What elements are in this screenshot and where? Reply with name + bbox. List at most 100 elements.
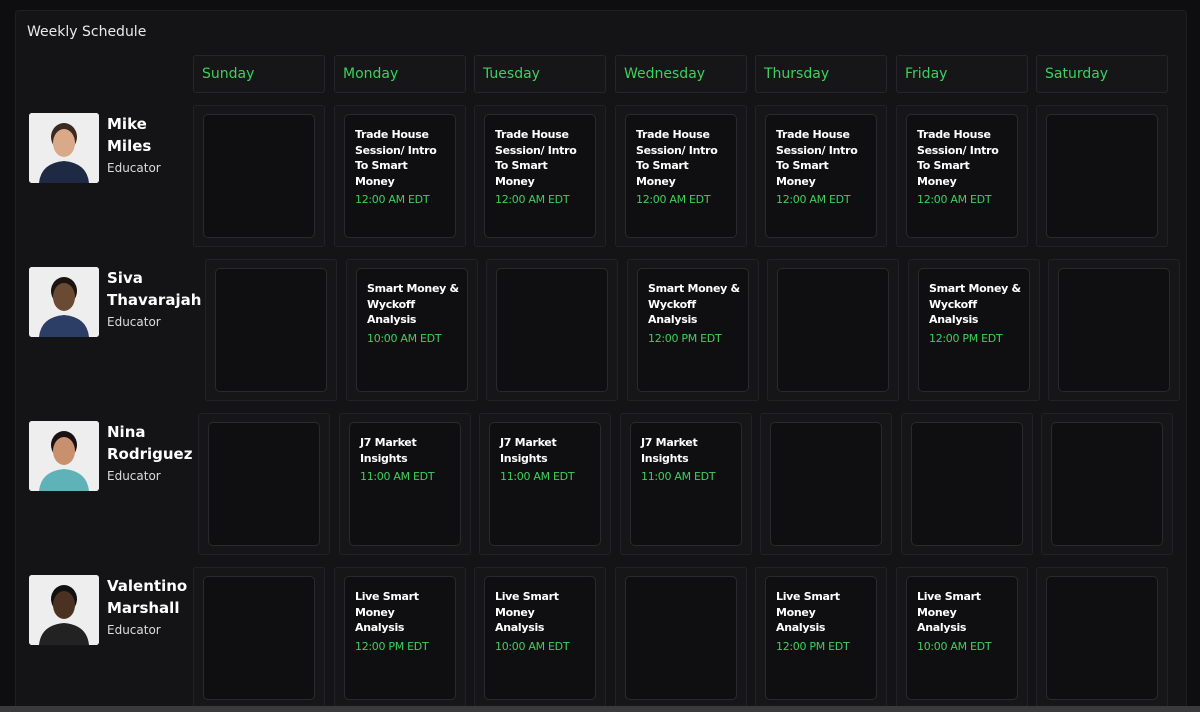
avatar (29, 421, 99, 491)
session-title: Smart Money & Wyckoff Analysis (929, 282, 1021, 326)
session-card[interactable]: J7 Market Insights 11:00 AM EDT (630, 422, 742, 546)
educator-role: Educator (107, 315, 161, 329)
session-card[interactable]: J7 Market Insights 11:00 AM EDT (489, 422, 601, 546)
empty-slot (1058, 268, 1170, 392)
session-card[interactable]: J7 Market Insights 11:00 AM EDT (349, 422, 461, 546)
schedule-cell-friday (901, 413, 1033, 555)
session-card[interactable]: Trade House Session/ Intro To Smart Mone… (484, 114, 596, 238)
session-card[interactable]: Trade House Session/ Intro To Smart Mone… (765, 114, 877, 238)
schedule-cell-friday[interactable]: Smart Money & Wyckoff Analysis 12:00 PM E… (908, 259, 1040, 401)
session-title: J7 Market Insights (500, 436, 557, 465)
session-card[interactable]: Trade House Session/ Intro To Smart Mone… (625, 114, 737, 238)
avatar (29, 113, 99, 183)
session-card[interactable]: Trade House Session/ Intro To Smart Mone… (344, 114, 456, 238)
day-header-sunday: Sunday (193, 55, 325, 93)
session-time: 11:00 AM EDT (360, 470, 435, 483)
schedule-cell-sunday (205, 259, 337, 401)
schedule-cell-monday[interactable]: Trade House Session/ Intro To Smart Mone… (334, 105, 466, 247)
educator-first-name: Siva (107, 269, 143, 287)
empty-slot (625, 576, 737, 700)
day-header-friday: Friday (896, 55, 1028, 93)
session-card[interactable]: Live Smart Money Analysis 12:00 PM EDT (344, 576, 456, 700)
schedule-cell-friday[interactable]: Live Smart Money Analysis 10:00 AM EDT (896, 567, 1028, 709)
schedule-cell-thursday (767, 259, 899, 401)
day-header-saturday: Saturday (1036, 55, 1168, 93)
session-time: 12:00 AM EDT (495, 193, 570, 206)
session-title: Smart Money & Wyckoff Analysis (648, 282, 740, 326)
session-time: 10:00 AM EDT (495, 639, 570, 653)
session-title: Live Smart Money Analysis (495, 590, 559, 634)
session-title: Trade House Session/ Intro To Smart Mone… (495, 128, 577, 188)
empty-slot (203, 576, 315, 700)
educator-role: Educator (107, 469, 161, 483)
session-card[interactable]: Live Smart Money Analysis 10:00 AM EDT (484, 576, 596, 700)
session-card[interactable]: Smart Money & Wyckoff Analysis 12:00 PM E… (918, 268, 1030, 392)
schedule-cell-saturday (1036, 105, 1168, 247)
schedule-cell-wednesday[interactable]: Smart Money & Wyckoff Analysis 12:00 PM E… (627, 259, 759, 401)
schedule-cell-friday[interactable]: Trade House Session/ Intro To Smart Mone… (896, 105, 1028, 247)
session-card[interactable]: Trade House Session/ Intro To Smart Mone… (906, 114, 1018, 238)
empty-slot (770, 422, 882, 546)
educator-role: Educator (107, 623, 161, 637)
session-time: 12:00 AM EDT (917, 193, 992, 206)
session-title: Trade House Session/ Intro To Smart Mone… (355, 128, 437, 188)
session-title: Trade House Session/ Intro To Smart Mone… (917, 128, 999, 188)
session-title: Trade House Session/ Intro To Smart Mone… (776, 128, 858, 188)
session-title: Smart Money & Wyckoff Analysis (367, 282, 459, 326)
schedule-cell-saturday (1041, 413, 1173, 555)
session-time: 12:00 AM EDT (776, 193, 851, 206)
schedule-cell-sunday (193, 105, 325, 247)
horizontal-scrollbar[interactable] (0, 706, 1200, 712)
empty-slot (1046, 114, 1158, 238)
empty-slot (496, 268, 608, 392)
empty-slot (215, 268, 327, 392)
session-time: 12:00 AM EDT (636, 193, 711, 206)
schedule-cell-monday[interactable]: J7 Market Insights 11:00 AM EDT (339, 413, 471, 555)
empty-slot (911, 422, 1023, 546)
session-card[interactable]: Live Smart Money Analysis 10:00 AM EDT (906, 576, 1018, 700)
educator-role: Educator (107, 161, 161, 175)
session-card[interactable]: Smart Money & Wyckoff Analysis 10:00 AM E… (356, 268, 468, 392)
page-title: Weekly Schedule (27, 24, 147, 40)
session-time: 12:00 AM EDT (355, 193, 430, 206)
schedule-cell-thursday[interactable]: Live Smart Money Analysis 12:00 PM EDT (755, 567, 887, 709)
session-time: 11:00 AM EDT (500, 470, 575, 483)
day-header-thursday: Thursday (755, 55, 887, 93)
empty-slot (1051, 422, 1163, 546)
session-card[interactable]: Live Smart Money Analysis 12:00 PM EDT (765, 576, 877, 700)
empty-slot (777, 268, 889, 392)
day-header-wednesday: Wednesday (615, 55, 747, 93)
schedule-cell-tuesday[interactable]: J7 Market Insights 11:00 AM EDT (479, 413, 611, 555)
schedule-cell-sunday (193, 567, 325, 709)
educator-name: Siva Thavarajah (107, 267, 217, 311)
schedule-cell-monday[interactable]: Live Smart Money Analysis 12:00 PM EDT (334, 567, 466, 709)
schedule-cell-saturday (1048, 259, 1180, 401)
session-time: 11:00 AM EDT (641, 470, 716, 483)
session-title: J7 Market Insights (641, 436, 698, 465)
session-title: J7 Market Insights (360, 436, 417, 465)
session-time: 12:00 PM EDT (929, 331, 1003, 345)
schedule-cell-wednesday[interactable]: Trade House Session/ Intro To Smart Mone… (615, 105, 747, 247)
schedule-cell-saturday (1036, 567, 1168, 709)
session-title: Live Smart Money Analysis (355, 590, 419, 634)
schedule-cell-wednesday (615, 567, 747, 709)
session-card[interactable]: Smart Money & Wyckoff Analysis 12:00 PM E… (637, 268, 749, 392)
educator-last-name: Thavarajah (107, 291, 202, 309)
schedule-cell-monday[interactable]: Smart Money & Wyckoff Analysis 10:00 AM E… (346, 259, 478, 401)
session-time: 10:00 AM EDT (367, 331, 442, 345)
empty-slot (1046, 576, 1158, 700)
avatar (29, 575, 99, 645)
schedule-cell-tuesday[interactable]: Live Smart Money Analysis 10:00 AM EDT (474, 567, 606, 709)
schedule-cell-tuesday[interactable]: Trade House Session/ Intro To Smart Mone… (474, 105, 606, 247)
schedule-cell-tuesday (486, 259, 618, 401)
day-header-tuesday: Tuesday (474, 55, 606, 93)
session-title: Trade House Session/ Intro To Smart Mone… (636, 128, 718, 188)
schedule-cell-thursday (760, 413, 892, 555)
session-time: 10:00 AM EDT (917, 639, 992, 653)
schedule-cell-thursday[interactable]: Trade House Session/ Intro To Smart Mone… (755, 105, 887, 247)
schedule-cell-wednesday[interactable]: J7 Market Insights 11:00 AM EDT (620, 413, 752, 555)
session-time: 12:00 PM EDT (355, 639, 429, 653)
day-header-monday: Monday (334, 55, 466, 93)
session-time: 12:00 PM EDT (648, 331, 722, 345)
avatar (29, 267, 99, 337)
